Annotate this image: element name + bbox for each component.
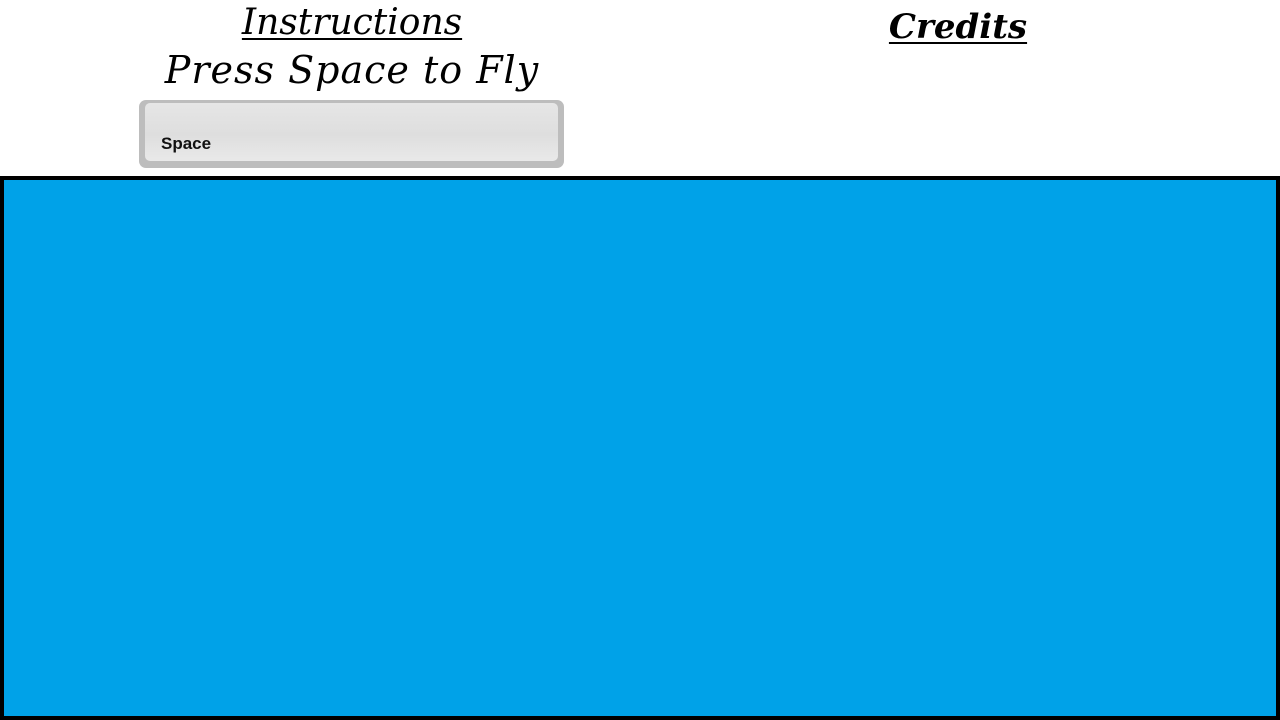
space-key-face: Space [145, 103, 558, 161]
game-stage[interactable] [0, 176, 1280, 720]
instructions-text: Press Space to Fly [164, 48, 540, 92]
instructions-heading-text: Instructions [241, 2, 463, 43]
space-key-label: Space [161, 134, 212, 153]
credits-heading-text[interactable]: Credits [889, 7, 1027, 47]
credits-heading[interactable]: Credits [858, 4, 1058, 50]
space-key-icon: Space [139, 100, 564, 168]
instructions-heading: Instructions [180, 0, 524, 46]
